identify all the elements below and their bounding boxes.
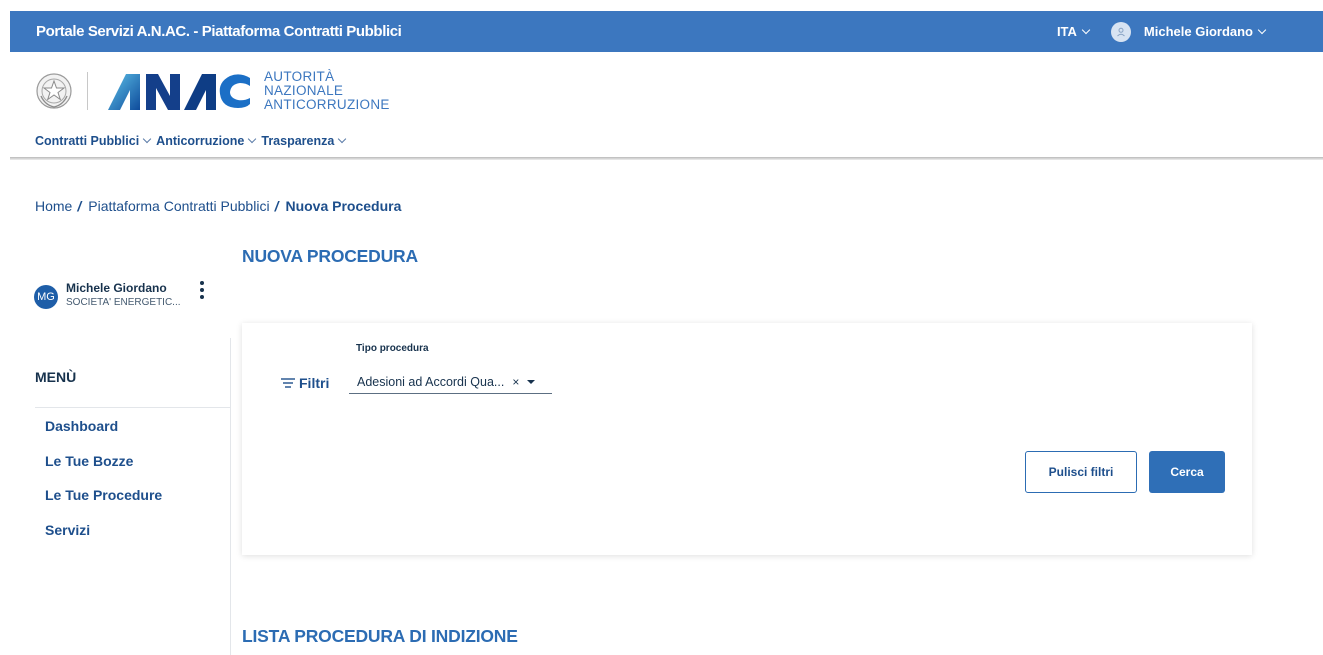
profile-name: Michele Giordano xyxy=(66,281,167,295)
nav-trasparenza[interactable]: Trasparenza xyxy=(261,134,347,148)
language-selector[interactable]: ITA xyxy=(1056,24,1091,39)
logo-line-3: ANTICORRUZIONE xyxy=(264,97,390,112)
filters-label: Filtri xyxy=(299,375,330,391)
italian-republic-emblem-icon xyxy=(36,73,72,109)
nav-label: Contratti Pubblici xyxy=(35,134,140,148)
user-profile: MG Michele Giordano SOCIETA' ENERGETIC..… xyxy=(34,281,205,309)
profile-organization: SOCIETA' ENERGETIC... xyxy=(66,297,181,308)
chevron-down-icon xyxy=(248,134,257,144)
portal-title[interactable]: Portale Servizi A.N.AC. - Piattaforma Co… xyxy=(36,23,402,40)
nav-anticorruzione[interactable]: Anticorruzione xyxy=(156,134,257,148)
nav-contratti-pubblici[interactable]: Contratti Pubblici xyxy=(35,134,152,148)
sidebar-item-dashboard[interactable]: Dashboard xyxy=(45,416,162,451)
nav-label: Anticorruzione xyxy=(156,134,245,148)
page-title: NUOVA PROCEDURA xyxy=(242,246,418,266)
filter-card: Filtri Tipo procedura Adesioni ad Accord… xyxy=(242,323,1252,555)
tipo-procedura-label: Tipo procedura xyxy=(356,343,429,354)
logo-divider xyxy=(87,72,88,110)
language-label: ITA xyxy=(1056,24,1077,39)
user-name: Michele Giordano xyxy=(1143,24,1253,39)
nav-label: Trasparenza xyxy=(261,134,335,148)
tipo-procedura-select[interactable]: Adesioni ad Accordi Qua... × xyxy=(349,371,552,394)
filter-lines-icon xyxy=(281,378,295,388)
chevron-down-icon xyxy=(338,134,347,144)
avatar: MG xyxy=(34,285,58,309)
dot xyxy=(199,295,204,299)
clear-selection-icon[interactable]: × xyxy=(512,375,519,389)
chevron-down-icon xyxy=(1081,25,1091,34)
sidebar-item-procedure[interactable]: Le Tue Procedure xyxy=(45,485,162,520)
sidebar-divider xyxy=(230,338,231,655)
menu-divider xyxy=(35,407,230,408)
header-right: ITA Michele Giordano xyxy=(1056,21,1267,42)
search-button[interactable]: Cerca xyxy=(1149,451,1225,493)
breadcrumb-piattaforma[interactable]: Piattaforma Contratti Pubblici xyxy=(88,198,269,214)
dot xyxy=(199,288,204,292)
clear-filters-button[interactable]: Pulisci filtri xyxy=(1025,451,1137,493)
breadcrumb-current: Nuova Procedura xyxy=(285,198,402,214)
logo-line-1: AUTORITÀ xyxy=(264,69,335,84)
list-title: LISTA PROCEDURA DI INDIZIONE xyxy=(242,626,518,646)
sidebar-item-servizi[interactable]: Servizi xyxy=(45,520,162,555)
user-icon xyxy=(1110,21,1131,42)
chevron-down-icon xyxy=(142,134,152,144)
breadcrumb-home[interactable]: Home xyxy=(35,198,72,214)
logo-line-2: NAZIONALE xyxy=(264,83,344,98)
breadcrumb-separator: / xyxy=(77,198,82,214)
tipo-procedura-value: Adesioni ad Accordi Qua... xyxy=(357,375,505,389)
menu-title: MENÙ xyxy=(35,369,77,385)
dot xyxy=(199,281,204,285)
profile-info: Michele Giordano SOCIETA' ENERGETIC... xyxy=(66,281,181,308)
breadcrumb: Home / Piattaforma Contratti Pubblici / … xyxy=(35,198,401,214)
anac-logo-mark xyxy=(108,74,250,110)
anac-logo-text: AUTORITÀ NAZIONALE ANTICORRUZIONE xyxy=(264,70,390,112)
logo-row[interactable]: AUTORITÀ NAZIONALE ANTICORRUZIONE xyxy=(35,70,390,112)
sidebar-item-bozze[interactable]: Le Tue Bozze xyxy=(45,451,162,486)
nav-divider xyxy=(10,157,1323,160)
chevron-down-icon xyxy=(1257,25,1267,34)
caret-down-icon[interactable] xyxy=(527,380,536,384)
user-menu[interactable]: Michele Giordano xyxy=(1110,21,1267,42)
breadcrumb-separator: / xyxy=(274,198,279,214)
main-navigation: Contratti Pubblici Anticorruzione Traspa… xyxy=(35,134,351,148)
sidebar-menu: Dashboard Le Tue Bozze Le Tue Procedure … xyxy=(45,416,162,554)
top-header-bar: Portale Servizi A.N.AC. - Piattaforma Co… xyxy=(10,11,1323,52)
vertical-dots-icon[interactable] xyxy=(199,281,205,302)
filters-toggle[interactable]: Filtri xyxy=(281,375,329,391)
